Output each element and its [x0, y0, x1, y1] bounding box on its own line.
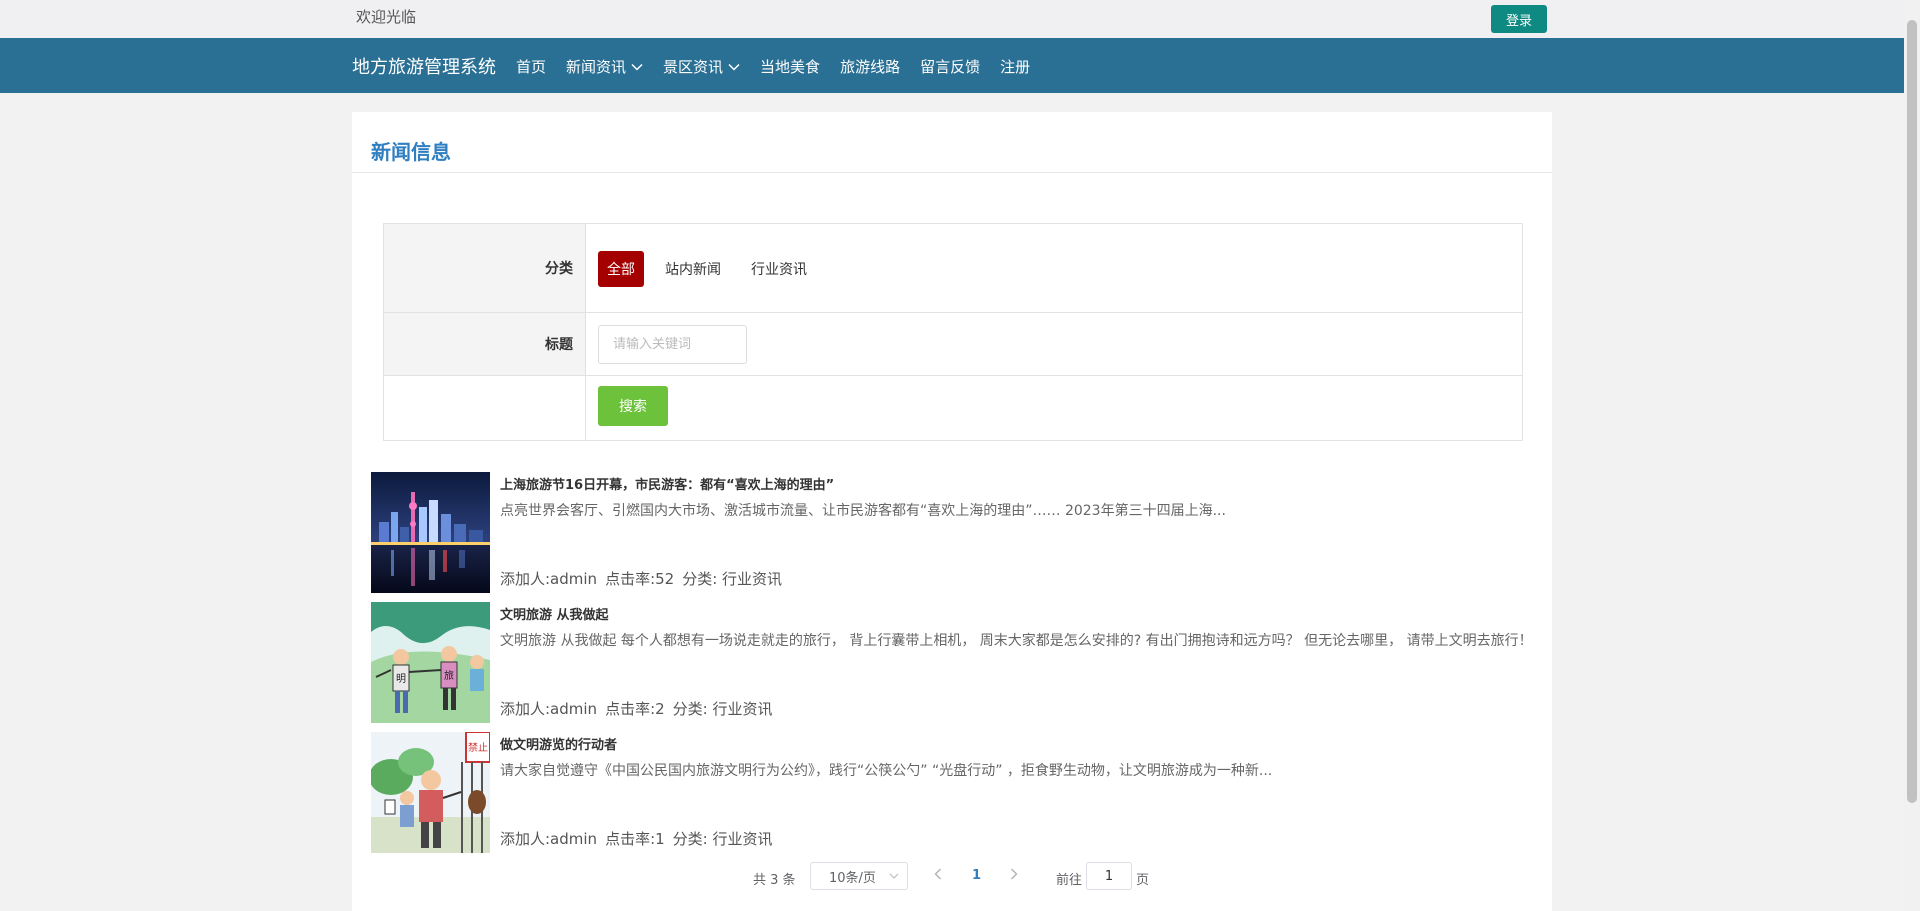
page-title: 新闻信息: [371, 140, 451, 164]
nav-item-label: 景区资讯: [663, 58, 724, 76]
news-clicks: 点击率:2: [605, 700, 665, 718]
chevron-down-icon: [728, 63, 740, 71]
news-meta: 添加人:admin 点击率:1 分类: 行业资讯: [500, 828, 781, 849]
current-page[interactable]: 1: [972, 868, 981, 883]
news-panel: 新闻信息 分类 全部 站内新闻 行业资讯 标题 搜索: [352, 112, 1552, 911]
hiker-sign-1: 明: [396, 673, 406, 685]
news-item[interactable]: 明 旅 文明旅游 从我做起 文明旅游 从我做起 每个人都想有一场说走就走的旅行，…: [371, 602, 1536, 723]
nav-item-register[interactable]: 注册: [1000, 56, 1030, 77]
cartoon-zoo-image: 禁止: [371, 732, 490, 853]
goto-page-input[interactable]: [1086, 862, 1132, 890]
news-clicks: 点击率:1: [605, 830, 665, 848]
chevron-down-icon: [631, 63, 643, 71]
chevron-right-icon: [1011, 868, 1018, 880]
title-divider: [352, 172, 1552, 173]
goto-prefix: 前往: [1056, 873, 1083, 888]
welcome-text: 欢迎光临: [356, 8, 417, 26]
nav-item-label: 注册: [1000, 58, 1031, 76]
category-list: 全部 站内新闻 行业资讯: [598, 251, 828, 287]
nav-item-label: 首页: [516, 58, 547, 76]
chevron-left-icon: [934, 868, 941, 880]
news-category: 分类: 行业资讯: [672, 700, 773, 718]
news-category: 分类: 行业资讯: [672, 830, 773, 848]
news-summary: 请大家自觉遵守《中国公民国内旅游文明行为公约》，践行“公筷公勺” “光盘行动” …: [500, 763, 1273, 779]
category-label: 分类: [384, 224, 586, 312]
filter-row-category: 分类 全部 站内新闻 行业资讯: [384, 224, 1522, 313]
total-count: 共 3 条: [753, 873, 796, 888]
nav-item-label: 新闻资讯: [566, 58, 627, 76]
goto-suffix: 页: [1136, 873, 1150, 888]
cartoon-hikers-image: 明 旅: [371, 602, 490, 723]
filter-row-action: 搜索: [384, 376, 1522, 440]
search-button[interactable]: 搜索: [598, 386, 668, 426]
action-label-cell: [384, 376, 586, 440]
nav-item-home[interactable]: 首页: [516, 56, 546, 77]
page-size-value: 10条/页: [829, 870, 876, 886]
news-item[interactable]: 禁止 做文明游览的行动者 请大家自觉遵守《中国公民国内旅游文明行为公约》，践行“…: [371, 732, 1536, 853]
news-meta: 添加人:admin 点击率:2 分类: 行业资讯: [500, 698, 781, 719]
hiker-sign-2: 旅: [444, 669, 454, 682]
news-thumbnail[interactable]: [371, 472, 490, 593]
news-author: 添加人:admin: [500, 570, 598, 588]
nav-item-routes[interactable]: 旅游线路: [840, 56, 900, 77]
chevron-down-icon: [889, 873, 899, 879]
login-button[interactable]: 登录: [1491, 5, 1547, 33]
news-author: 添加人:admin: [500, 830, 598, 848]
news-meta: 添加人:admin 点击率:52 分类: 行业资讯: [500, 568, 790, 589]
scrollbar-thumb[interactable]: [1907, 20, 1917, 803]
nav-item-news[interactable]: 新闻资讯: [566, 56, 643, 77]
news-title[interactable]: 做文明游览的行动者: [500, 734, 617, 753]
news-author: 添加人:admin: [500, 700, 598, 718]
nav-item-label: 留言反馈: [920, 58, 981, 76]
next-page-button[interactable]: [1010, 868, 1018, 884]
top-bar: 欢迎光临 登录: [0, 0, 1904, 38]
nav-item-scenic[interactable]: 景区资讯: [663, 56, 740, 77]
filter-row-title: 标题: [384, 313, 1522, 376]
news-clicks: 点击率:52: [605, 570, 675, 588]
page-size-select[interactable]: 10条/页: [810, 862, 908, 890]
prev-page-button[interactable]: [934, 868, 942, 884]
news-title[interactable]: 文明旅游 从我做起: [500, 604, 609, 623]
nav-item-label: 当地美食: [760, 58, 821, 76]
news-thumbnail[interactable]: 禁止: [371, 732, 490, 853]
zoo-sign-text: 禁止: [468, 742, 488, 754]
category-all[interactable]: 全部: [598, 251, 644, 287]
night-skyline-image: [371, 472, 490, 593]
title-label: 标题: [384, 313, 586, 375]
news-item[interactable]: 上海旅游节16日开幕，市民游客：都有“喜欢上海的理由” 点亮世界会客厅、引燃国内…: [371, 472, 1536, 593]
category-industry[interactable]: 行业资讯: [742, 251, 816, 287]
keyword-input[interactable]: [598, 325, 747, 364]
news-summary: 文明旅游 从我做起 每个人都想有一场说走就走的旅行， 背上行囊带上相机， 周末大…: [500, 633, 1533, 649]
news-thumbnail[interactable]: 明 旅: [371, 602, 490, 723]
main-navbar: 地方旅游管理系统 首页 新闻资讯 景区资讯 当地美食 旅游线路 留言反馈 注册: [0, 38, 1904, 93]
category-site-news[interactable]: 站内新闻: [656, 251, 730, 287]
news-title[interactable]: 上海旅游节16日开幕，市民游客：都有“喜欢上海的理由”: [500, 474, 834, 493]
site-brand[interactable]: 地方旅游管理系统: [352, 53, 496, 79]
filter-table: 分类 全部 站内新闻 行业资讯 标题 搜索: [383, 223, 1523, 441]
pagination: 共 3 条 10条/页 1 前往 页: [352, 862, 1552, 892]
news-summary: 点亮世界会客厅、引燃国内大市场、激活城市流量、让市民游客都有“喜欢上海的理由”……: [500, 503, 1226, 519]
nav-item-food[interactable]: 当地美食: [760, 56, 820, 77]
nav-menu: 首页 新闻资讯 景区资讯 当地美食 旅游线路 留言反馈 注册: [516, 56, 1050, 77]
news-category: 分类: 行业资讯: [682, 570, 783, 588]
nav-item-label: 旅游线路: [840, 58, 901, 76]
nav-item-feedback[interactable]: 留言反馈: [920, 56, 980, 77]
